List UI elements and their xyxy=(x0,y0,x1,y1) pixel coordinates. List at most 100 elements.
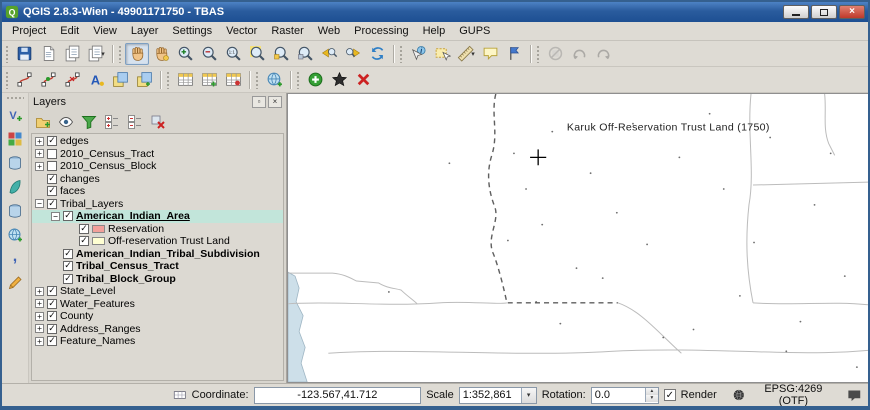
menu-processing[interactable]: Processing xyxy=(347,23,415,39)
node-tool-1-button[interactable] xyxy=(12,69,36,91)
add-group-button[interactable] xyxy=(32,111,53,132)
map-tips-button[interactable] xyxy=(478,43,502,65)
select-features-button[interactable] xyxy=(430,43,454,65)
layer-checkbox[interactable]: ✓ xyxy=(63,274,73,284)
render-checkbox[interactable]: ✓ xyxy=(664,389,676,401)
expander-plus-icon[interactable]: + xyxy=(35,149,44,158)
zoom-to-layer-button[interactable] xyxy=(293,43,317,65)
add-wms-layer-button-2[interactable] xyxy=(3,224,27,246)
layer-checkbox[interactable]: ✓ xyxy=(79,236,89,246)
menu-vector[interactable]: Vector xyxy=(219,23,264,39)
expand-all-button[interactable] xyxy=(101,111,122,132)
layer-checkbox[interactable]: ✓ xyxy=(47,299,57,309)
remove-layer-button[interactable] xyxy=(147,111,168,132)
node-tool-3-button[interactable] xyxy=(60,69,84,91)
zoom-native-button[interactable]: 1:1 xyxy=(221,43,245,65)
layer-checkbox[interactable]: ✓ xyxy=(47,324,57,334)
toolbar-grip[interactable] xyxy=(536,45,540,63)
toolbar-grip[interactable] xyxy=(118,45,122,63)
add-delimited-text-button[interactable] xyxy=(3,248,27,270)
layer-item-off-reservation-trust-land[interactable]: ✓Off-reservation Trust Land xyxy=(32,235,283,248)
layer-checkbox[interactable]: ✓ xyxy=(63,249,73,259)
new-shapefile-button[interactable] xyxy=(3,272,27,294)
menu-raster[interactable]: Raster xyxy=(264,23,310,39)
zoom-next-button[interactable] xyxy=(341,43,365,65)
zoom-out-button[interactable] xyxy=(197,43,221,65)
refresh-button[interactable] xyxy=(365,43,389,65)
toolbar-grip[interactable] xyxy=(5,45,9,63)
marker-add-button[interactable] xyxy=(303,69,327,91)
copy-style-button[interactable] xyxy=(108,69,132,91)
layer-item-2010-census-block[interactable]: +2010_Census_Block xyxy=(32,160,283,173)
layer-item-state-level[interactable]: +✓State_Level xyxy=(32,285,283,298)
title-bar[interactable]: QGIS 2.8.3-Wien - 49901171750 - TBAS × xyxy=(2,2,868,22)
crs-status-button[interactable]: EPSG:4269 (OTF) xyxy=(727,382,843,408)
new-print-composer-button[interactable] xyxy=(36,43,60,65)
zoom-last-button[interactable] xyxy=(317,43,341,65)
expander-minus-icon[interactable]: − xyxy=(35,199,44,208)
toolbar-grip[interactable] xyxy=(5,71,9,89)
layer-checkbox[interactable] xyxy=(47,149,57,159)
toolbar-grip[interactable] xyxy=(399,45,403,63)
expander-plus-icon[interactable]: + xyxy=(35,162,44,171)
add-db-layer-button[interactable] xyxy=(3,200,27,222)
expander-plus-icon[interactable]: + xyxy=(35,137,44,146)
layer-checkbox[interactable]: ✓ xyxy=(79,224,89,234)
pan-to-selection-button[interactable] xyxy=(149,43,173,65)
add-postgis-layer-button[interactable] xyxy=(3,152,27,174)
layer-checkbox[interactable]: ✓ xyxy=(63,211,73,221)
toolbar-grip[interactable] xyxy=(166,71,170,89)
layers-panel-header[interactable]: Layers ▫ × xyxy=(29,93,286,110)
minimize-button[interactable] xyxy=(783,5,809,19)
layer-item-address-ranges[interactable]: +✓Address_Ranges xyxy=(32,323,283,336)
composer-manager-button[interactable] xyxy=(60,43,84,65)
filter-legend-button[interactable] xyxy=(78,111,99,132)
layer-checkbox[interactable]: ✓ xyxy=(47,336,57,346)
toolbar-grip[interactable] xyxy=(296,71,300,89)
layer-item-feature-names[interactable]: +✓Feature_Names xyxy=(32,335,283,348)
zoom-to-selection-button[interactable] xyxy=(269,43,293,65)
scale-combo[interactable]: 1:352,861 ▾ xyxy=(459,387,537,404)
layer-item-edges[interactable]: +✓edges xyxy=(32,135,283,148)
rotation-spin-buttons[interactable]: ▴ ▾ xyxy=(645,388,658,402)
log-messages-bubble-icon[interactable] xyxy=(847,388,862,403)
zoom-in-button[interactable] xyxy=(173,43,197,65)
menu-web[interactable]: Web xyxy=(311,23,347,39)
coordinate-display-toggle-icon[interactable] xyxy=(173,388,187,402)
composer-list-dropdown[interactable]: ▾ xyxy=(84,43,108,65)
maximize-button[interactable] xyxy=(811,5,837,19)
labeling-button[interactable] xyxy=(84,69,108,91)
layer-item-american-indian-tribal-subdivision[interactable]: ✓American_Indian_Tribal_Subdivision xyxy=(32,248,283,261)
layer-item-tribal-block-group[interactable]: ✓Tribal_Block_Group xyxy=(32,273,283,286)
close-button[interactable]: × xyxy=(839,5,865,19)
menu-settings[interactable]: Settings xyxy=(165,23,219,39)
layer-query-button[interactable] xyxy=(221,69,245,91)
expander-minus-icon[interactable]: − xyxy=(51,212,60,221)
layer-item-tribal-layers[interactable]: −✓Tribal_Layers xyxy=(32,198,283,211)
map-canvas[interactable]: Karuk Off-Reservation Trust Land (1750) xyxy=(287,93,868,383)
layer-item-changes[interactable]: ✓changes xyxy=(32,173,283,186)
expander-plus-icon[interactable]: + xyxy=(35,287,44,296)
layer-item-faces[interactable]: ✓faces xyxy=(32,185,283,198)
layer-checkbox[interactable]: ✓ xyxy=(47,311,57,321)
spin-down-icon[interactable]: ▾ xyxy=(646,395,658,402)
menu-edit[interactable]: Edit xyxy=(53,23,86,39)
layer-checkbox[interactable]: ✓ xyxy=(47,186,57,196)
layer-checkbox[interactable]: ✓ xyxy=(47,286,57,296)
menu-project[interactable]: Project xyxy=(5,23,53,39)
measure-dropdown-button[interactable]: ▾ xyxy=(454,43,478,65)
collapse-all-button[interactable] xyxy=(124,111,145,132)
layer-item-county[interactable]: +✓County xyxy=(32,310,283,323)
marker-flag-button[interactable] xyxy=(327,69,351,91)
layer-checkbox[interactable]: ✓ xyxy=(47,174,57,184)
layer-checkbox[interactable]: ✓ xyxy=(63,261,73,271)
open-attribute-table-button[interactable] xyxy=(173,69,197,91)
coordinate-input[interactable]: -123.567,41.712 xyxy=(254,387,422,404)
marker-delete-button[interactable] xyxy=(351,69,375,91)
add-raster-layer-button[interactable] xyxy=(3,128,27,150)
save-project-button[interactable] xyxy=(12,43,36,65)
toolbar-grip[interactable] xyxy=(6,96,24,100)
spin-up-icon[interactable]: ▴ xyxy=(646,388,658,395)
new-bookmark-button[interactable] xyxy=(502,43,526,65)
toolbar-grip[interactable] xyxy=(255,71,259,89)
